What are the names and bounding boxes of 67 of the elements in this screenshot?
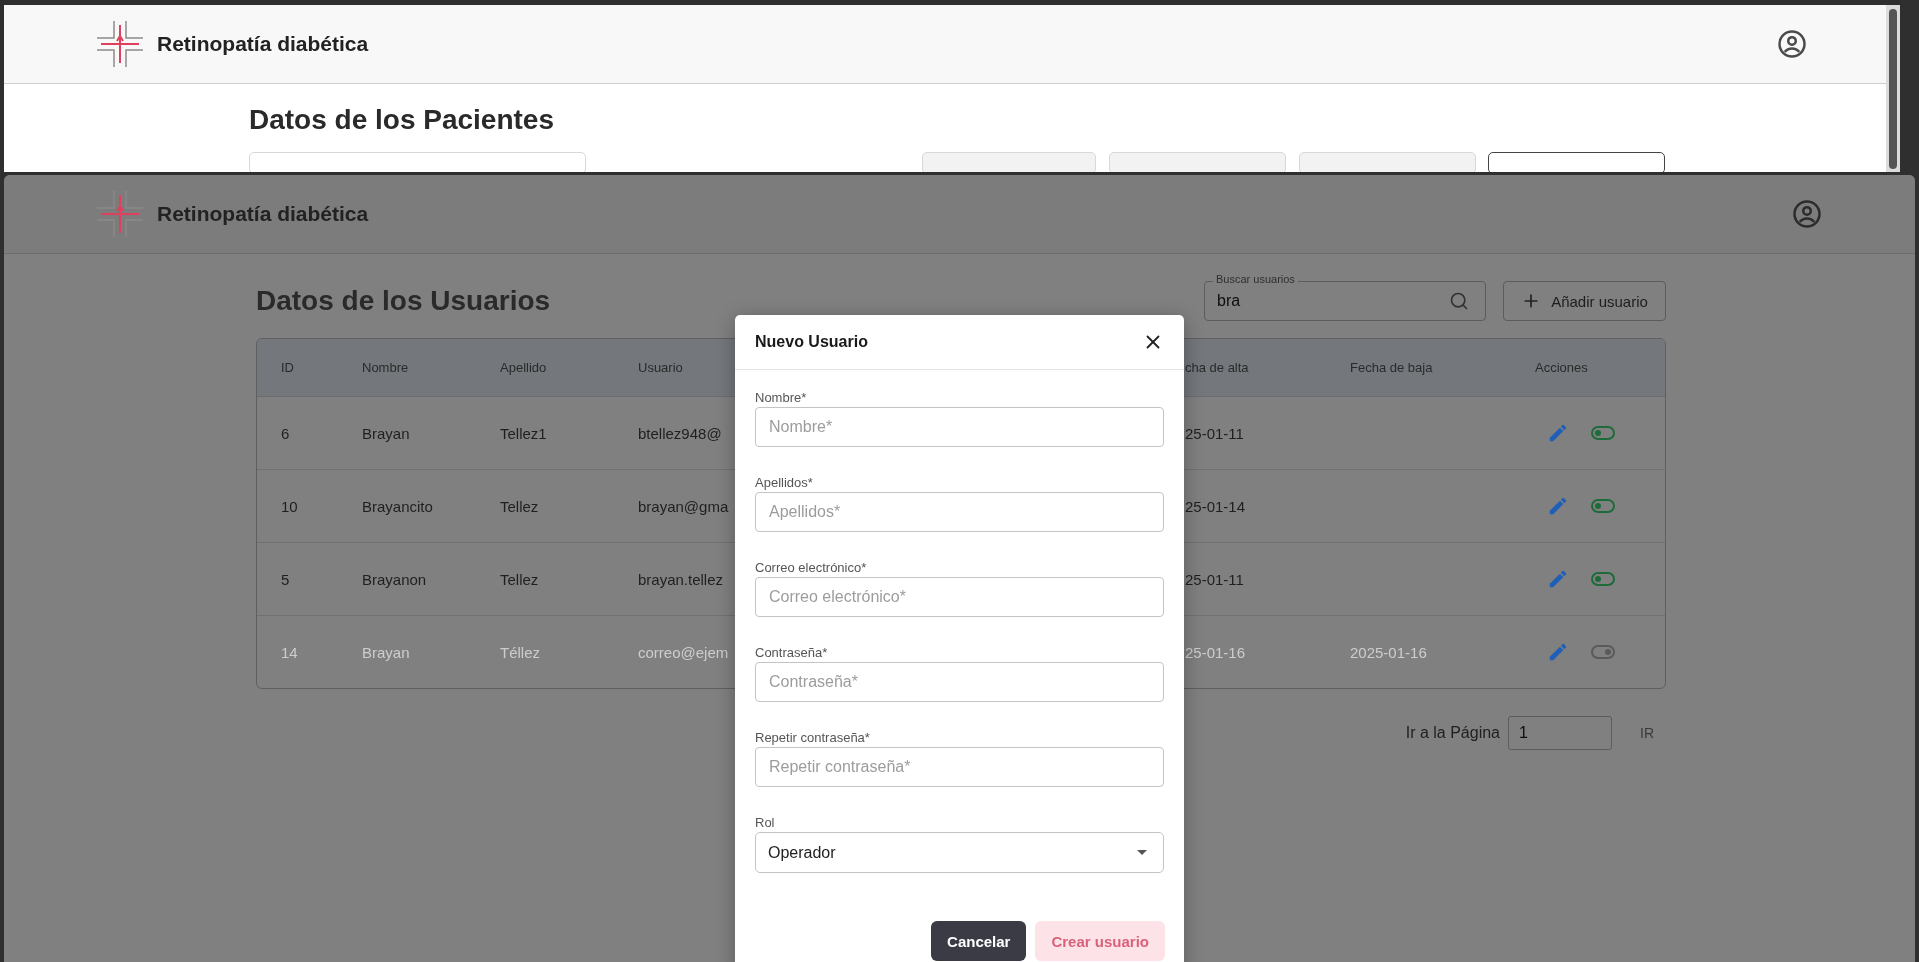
column-header: Nombre <box>362 360 410 375</box>
edit-button[interactable] <box>1547 422 1569 444</box>
scrollbar[interactable] <box>1886 5 1900 172</box>
table-cell-text: 2025-01-16 <box>1350 643 1428 661</box>
column-header: cha de alta <box>1185 360 1250 375</box>
table-cell-text: Brayan <box>362 643 411 661</box>
cancel-button[interactable]: Cancelar <box>931 921 1027 961</box>
search-label: Buscar usuarios <box>1213 273 1298 286</box>
role-select[interactable]: Operador <box>755 832 1164 873</box>
page-heading: Datos de los Pacientes <box>249 104 555 136</box>
column-header: Acciones <box>1535 360 1589 375</box>
table-cell-text: Brayan <box>362 424 411 442</box>
toggle-icon[interactable] <box>1591 645 1615 659</box>
field-label: Apellidos* <box>755 475 814 490</box>
column-header: Usuario <box>638 360 684 375</box>
search-value: bra <box>1217 292 1242 310</box>
toggle-icon[interactable] <box>1591 572 1615 586</box>
field-label: Contraseña* <box>755 645 829 660</box>
table-cell-text: 10 <box>280 497 299 515</box>
toggle-icon[interactable] <box>1591 499 1615 513</box>
table-cell-text: correo@ejem <box>638 643 730 661</box>
table-cell-text: Téllez <box>500 643 541 661</box>
table-cell-text: brayan.tellez <box>638 570 725 588</box>
go-button[interactable]: IR <box>1634 724 1660 742</box>
page-input[interactable]: 1 <box>1508 716 1612 750</box>
table-cell-text: brayan@gma <box>638 497 730 515</box>
edit-button[interactable] <box>1547 495 1569 517</box>
column-header: Fecha de baja <box>1350 360 1434 375</box>
caret-icon <box>1137 850 1147 855</box>
table-cell-text: Tellez1 <box>500 424 548 442</box>
table-cell-text: 6 <box>280 424 291 442</box>
account-icon[interactable] <box>1792 199 1822 229</box>
field-label: Repetir contraseña* <box>755 730 871 745</box>
input-field[interactable]: Nombre* <box>755 407 1164 447</box>
input-field[interactable]: Apellidos* <box>755 492 1164 532</box>
table-cell-text: 25-01-14 <box>1185 497 1247 515</box>
field-label: Rol <box>755 815 776 830</box>
cross-logo-icon <box>97 21 143 67</box>
page-heading: Datos de los Usuarios <box>256 285 551 317</box>
table-cell-text: btellez948@ <box>638 424 723 442</box>
table-cell-text: 5 <box>280 570 291 588</box>
table-cell-text: Brayanon <box>362 570 428 588</box>
edit-button[interactable] <box>1547 568 1569 590</box>
add-user-button[interactable]: Añadir usuario <box>1503 281 1666 321</box>
table-cell-text: 14 <box>280 643 299 661</box>
table-cell-text: 25-01-16 <box>1185 643 1247 661</box>
dialog-title: Nuevo Usuario <box>755 333 868 351</box>
column-header: Apellido <box>500 360 548 375</box>
table-cell-text: Brayancito <box>362 497 434 515</box>
field-label: Correo electrónico* <box>755 560 868 575</box>
field-label: Nombre* <box>755 390 808 405</box>
cross-logo-icon <box>97 191 143 237</box>
input-field[interactable]: Repetir contraseña* <box>755 747 1164 787</box>
search-icon[interactable] <box>1449 291 1469 311</box>
input-field[interactable]: Contraseña* <box>755 662 1164 702</box>
input-field[interactable]: Correo electrónico* <box>755 577 1164 617</box>
app-title: Retinopatía diabética <box>157 202 369 226</box>
account-icon[interactable] <box>1777 29 1807 59</box>
table-cell-text: Tellez <box>500 570 540 588</box>
page-jump-label: Ir a la Página <box>1405 724 1500 742</box>
column-header: ID <box>280 360 295 375</box>
table-cell-text: 25-01-11 <box>1185 570 1245 588</box>
edit-button[interactable] <box>1547 641 1569 663</box>
table-cell-text: Tellez <box>500 497 540 515</box>
toggle-icon[interactable] <box>1591 426 1615 440</box>
app-title: Retinopatía diabética <box>157 32 369 56</box>
table-cell-text: 25-01-11 <box>1185 424 1245 442</box>
